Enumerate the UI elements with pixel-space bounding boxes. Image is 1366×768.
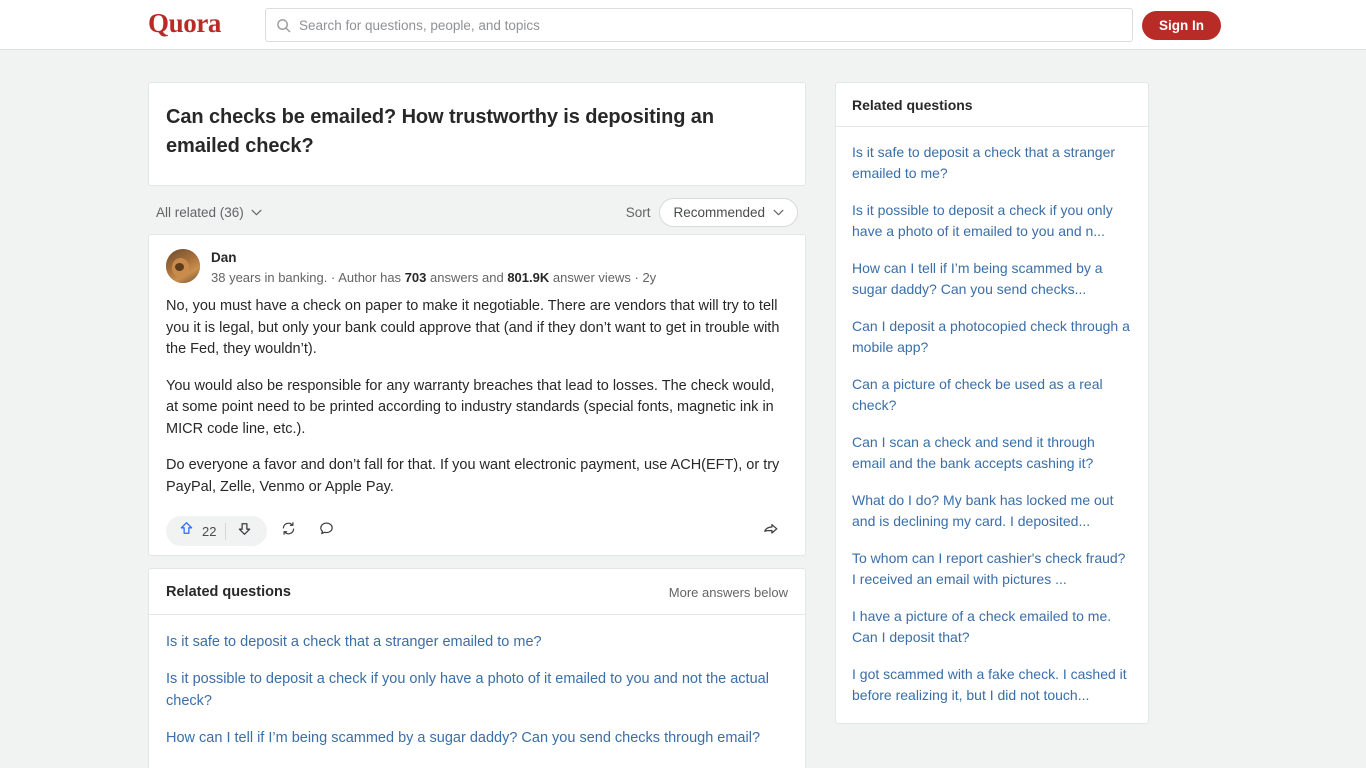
author-name[interactable]: Dan — [211, 249, 656, 267]
credential-mid: answers and — [426, 270, 508, 285]
upvote-button[interactable]: 22 — [170, 516, 225, 546]
author-row: Dan 38 years in banking. · Author has 70… — [166, 249, 788, 287]
sidebar-question-link[interactable]: To whom can I report cashier's check fra… — [852, 548, 1132, 590]
quora-logo[interactable]: Quora — [148, 8, 221, 39]
sidebar-question-link[interactable]: Can I scan a check and send it through e… — [852, 432, 1132, 474]
sidebar-related-questions-card: Related questions Is it safe to deposit … — [835, 82, 1149, 724]
comment-button[interactable] — [309, 516, 343, 546]
vote-pill: 22 — [166, 516, 268, 546]
chevron-down-icon — [251, 209, 262, 216]
downvote-icon — [236, 520, 253, 542]
related-questions-card: Related questions More answers below Is … — [148, 568, 806, 768]
all-related-label: All related (36) — [156, 204, 244, 220]
views-count: 801.9K — [507, 270, 550, 285]
sidebar-links-list: Is it safe to deposit a check that a str… — [836, 127, 1148, 723]
related-question-link[interactable]: How can I tell if I’m being scammed by a… — [166, 727, 788, 749]
downvote-button[interactable] — [226, 516, 263, 546]
repost-button[interactable] — [271, 516, 305, 546]
search-icon — [276, 18, 291, 33]
answer-paragraph: You would also be responsible for any wa… — [166, 377, 775, 437]
answers-count: 703 — [404, 270, 427, 285]
sidebar-question-link[interactable]: Is it safe to deposit a check that a str… — [852, 142, 1132, 184]
sort-group: Sort Recommended — [625, 197, 798, 227]
comment-icon — [318, 520, 335, 542]
chevron-down-icon — [773, 209, 784, 216]
related-questions-header: Related questions More answers below — [149, 569, 805, 615]
sidebar-title: Related questions — [836, 83, 1148, 127]
main-column: Can checks be emailed? How trustworthy i… — [148, 82, 806, 768]
related-questions-list: Is it safe to deposit a check that a str… — [149, 615, 805, 768]
author-meta: Dan 38 years in banking. · Author has 70… — [211, 249, 656, 287]
action-buttons-left: 22 — [166, 516, 343, 546]
sort-dropdown[interactable]: Recommended — [659, 197, 798, 227]
sidebar-question-link[interactable]: Can a picture of check be used as a real… — [852, 374, 1132, 416]
all-related-dropdown[interactable]: All related (36) — [156, 205, 262, 220]
share-button[interactable] — [754, 516, 788, 546]
credential-suffix: answer views · 2y — [549, 270, 657, 285]
repost-icon — [280, 520, 297, 542]
answer-paragraph: No, you must have a check on paper to ma… — [166, 298, 780, 357]
sidebar-question-link[interactable]: Is it possible to deposit a check if you… — [852, 200, 1132, 242]
avatar[interactable] — [166, 249, 200, 283]
related-question-link[interactable]: Is it possible to deposit a check if you… — [166, 668, 788, 712]
more-answers-below-link[interactable]: More answers below — [669, 585, 788, 600]
upvote-icon — [178, 520, 195, 542]
page-title: Can checks be emailed? How trustworthy i… — [166, 106, 714, 157]
search-box[interactable] — [265, 8, 1133, 42]
answer-paragraph: Do everyone a favor and don’t fall for t… — [166, 457, 780, 495]
filter-row: All related (36) Sort Recommended — [148, 190, 806, 234]
sort-value: Recommended — [673, 204, 765, 220]
answer-body: No, you must have a check on paper to ma… — [166, 296, 788, 498]
upvote-count: 22 — [202, 523, 217, 539]
search-input[interactable] — [299, 17, 1122, 33]
site-header: Quora Sign In — [0, 0, 1366, 50]
credential-prefix: 38 years in banking. · Author has — [211, 270, 405, 285]
sidebar-column: Related questions Is it safe to deposit … — [835, 82, 1149, 724]
sidebar-question-link[interactable]: I have a picture of a check emailed to m… — [852, 606, 1132, 648]
related-question-link[interactable]: Is it safe to deposit a check that a str… — [166, 631, 788, 653]
author-credential: 38 years in banking. · Author has 703 an… — [211, 268, 656, 287]
related-question-link[interactable]: Can I deposit a photocopied check throug… — [166, 764, 788, 768]
page-body: Can checks be emailed? How trustworthy i… — [0, 50, 1366, 768]
related-questions-title: Related questions — [166, 584, 291, 600]
question-card: Can checks be emailed? How trustworthy i… — [148, 82, 806, 186]
answer-card: Dan 38 years in banking. · Author has 70… — [148, 234, 806, 556]
sidebar-question-link[interactable]: Can I deposit a photocopied check throug… — [852, 316, 1132, 358]
sidebar-question-link[interactable]: How can I tell if I’m being scammed by a… — [852, 258, 1132, 300]
sidebar-question-link[interactable]: What do I do? My bank has locked me out … — [852, 490, 1132, 532]
sort-label: Sort — [625, 204, 651, 220]
sidebar-question-link[interactable]: I got scammed with a fake check. I cashe… — [852, 664, 1132, 706]
answer-action-bar: 22 — [166, 507, 788, 555]
share-icon — [762, 520, 780, 543]
sign-in-button[interactable]: Sign In — [1142, 11, 1221, 40]
